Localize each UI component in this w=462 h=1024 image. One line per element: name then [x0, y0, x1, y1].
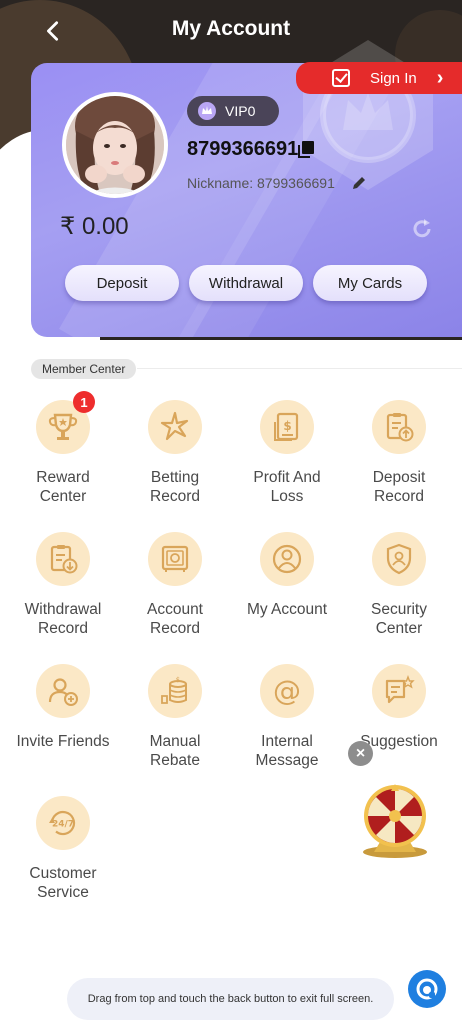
svg-text:24/7: 24/7	[52, 820, 74, 830]
headset-icon	[416, 978, 438, 1000]
24-7-icon: 24/7	[49, 810, 76, 836]
reward-center-label-2: Center	[39, 488, 87, 505]
lucky-wheel-icon[interactable]	[360, 782, 430, 860]
withdrawal-button[interactable]: Withdrawal	[189, 265, 303, 301]
copy-icon[interactable]	[296, 139, 316, 159]
avatar-image	[66, 96, 164, 194]
internal-message-label-2: Message	[255, 752, 319, 769]
withdrawal-record-label-1: Withdrawal	[24, 601, 102, 618]
manual-rebate-item[interactable]: $ Manual Rebate	[119, 664, 231, 770]
trophy-icon	[48, 413, 78, 440]
security-center-item[interactable]: Security Center	[343, 532, 455, 638]
support-chat-button[interactable]	[408, 970, 446, 1008]
sign-in-label: Sign In	[370, 69, 417, 87]
account-page: My Account Sign In › VIP0 8799366691 Nic…	[0, 0, 462, 1024]
profit-and-loss-item[interactable]: $ Profit And Loss	[231, 400, 343, 506]
deposit-record-label-2: Record	[374, 488, 424, 505]
avatar[interactable]	[62, 92, 168, 198]
vip-crown-icon	[198, 102, 216, 120]
chat-star-icon	[385, 675, 415, 704]
betting-icon	[160, 411, 189, 441]
chevron-right-icon: ›	[436, 66, 444, 89]
betting-record-label-2: Record	[150, 488, 200, 505]
deposit-button[interactable]: Deposit	[65, 265, 179, 301]
svg-text:@: @	[273, 674, 301, 707]
account-record-label-2: Record	[150, 620, 200, 637]
my-cards-button[interactable]: My Cards	[313, 265, 427, 301]
profit-and-loss-label-2: Loss	[270, 488, 304, 505]
internal-message-item[interactable]: @ Internal Message	[231, 664, 343, 770]
my-account-item[interactable]: My Account	[231, 532, 343, 619]
at-sign-icon: @	[273, 674, 301, 707]
withdrawal-record-item[interactable]: Withdrawal Record	[7, 532, 119, 638]
divider	[137, 368, 462, 369]
account-record-item[interactable]: Account Record	[119, 532, 231, 638]
notification-badge: 1	[73, 391, 95, 413]
user-circle-icon	[272, 544, 302, 574]
deposit-record-label-1: Deposit	[372, 469, 426, 486]
manual-rebate-label-1: Manual	[149, 733, 201, 750]
suggestion-item[interactable]: Suggestion	[343, 664, 455, 751]
my-account-label-1: My Account	[246, 601, 328, 618]
sign-in-button[interactable]: Sign In ›	[296, 62, 462, 94]
internal-message-label-1: Internal	[261, 733, 313, 750]
close-icon: ×	[355, 744, 366, 762]
clipboard-download-icon	[50, 545, 78, 574]
svg-text:$: $	[176, 676, 180, 684]
betting-record-item[interactable]: Betting Record	[119, 400, 231, 506]
security-center-label-2: Center	[375, 620, 423, 637]
withdrawal-record-label-2: Record	[38, 620, 88, 637]
reward-center-label-1: Reward	[36, 469, 90, 486]
coins-icon: $	[161, 676, 187, 704]
svg-text:$: $	[283, 419, 291, 433]
document-dollar-icon: $	[274, 412, 299, 441]
customer-service-label-2: Service	[37, 884, 89, 901]
vip-level: VIP0	[225, 103, 256, 119]
customer-service-label-1: Customer	[29, 865, 97, 882]
member-center-label: Member Center	[31, 359, 137, 379]
user-add-icon	[48, 678, 78, 706]
customer-service-item[interactable]: 24/7 Customer Service	[7, 796, 119, 902]
account-id: 8799366691	[187, 138, 299, 160]
safe-icon	[161, 545, 189, 572]
vip-medal-icon	[303, 40, 433, 190]
invite-friends-item[interactable]: Invite Friends	[7, 664, 119, 751]
vip-badge: VIP0	[187, 96, 279, 126]
invite-friends-label-1: Invite Friends	[16, 733, 110, 750]
profit-and-loss-label-1: Profit And	[253, 469, 321, 486]
account-record-label-1: Account	[146, 601, 203, 618]
close-promo-button[interactable]: ×	[348, 741, 373, 766]
nickname: Nickname: 8799366691	[187, 175, 335, 191]
security-center-label-1: Security	[371, 601, 427, 618]
balance: ₹ 0.00	[60, 213, 129, 240]
reward-center-item[interactable]: Reward Center	[7, 400, 119, 506]
deposit-record-item[interactable]: Deposit Record	[343, 400, 455, 506]
checkbox-icon	[332, 69, 350, 87]
betting-record-label-1: Betting	[150, 469, 200, 486]
refresh-icon[interactable]	[411, 218, 433, 240]
shield-user-icon	[386, 543, 412, 575]
manual-rebate-label-2: Rebate	[150, 752, 200, 769]
edit-icon[interactable]	[350, 174, 368, 192]
fullscreen-hint-toast: Drag from top and touch the back button …	[67, 978, 394, 1020]
clipboard-upload-icon	[386, 413, 414, 442]
